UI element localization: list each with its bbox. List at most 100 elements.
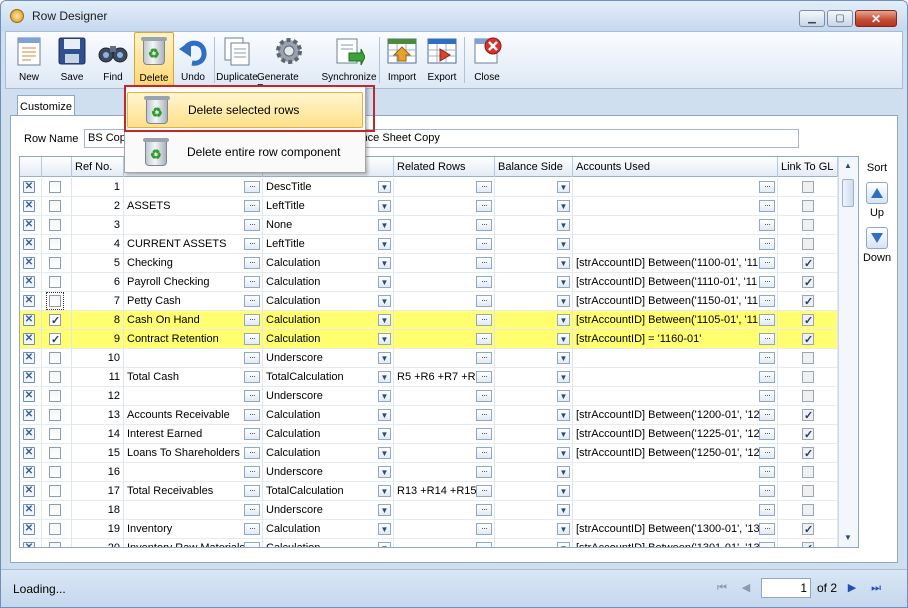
synchronize-button[interactable]: Synchronize	[321, 32, 377, 88]
ellipsis-button[interactable]: ···	[759, 200, 775, 212]
related-rows-cell[interactable]: ···	[394, 349, 495, 368]
table-row[interactable]: ✕ 6 Payroll Checking ··· Calculation ▼ ··· ▼ [st…	[20, 273, 838, 292]
ellipsis-button[interactable]: ···	[244, 219, 260, 231]
delete-row-icon[interactable]: ✕	[23, 542, 35, 547]
ellipsis-button[interactable]: ···	[759, 257, 775, 269]
row-type-cell[interactable]: Calculation ▼	[263, 292, 394, 311]
chevron-down-icon[interactable]: ▼	[378, 314, 391, 326]
chevron-down-icon[interactable]: ▼	[557, 219, 570, 231]
accounts-used-cell[interactable]: ···	[573, 197, 778, 216]
balance-side-cell[interactable]: ▼	[495, 330, 573, 349]
description-cell[interactable]: Cash On Hand ···	[124, 311, 263, 330]
chevron-down-icon[interactable]: ▼	[378, 295, 391, 307]
row-select-checkbox[interactable]	[49, 238, 61, 250]
table-row[interactable]: ✕ 13 Accounts Receivable ··· Calculation ▼ ···…	[20, 406, 838, 425]
balance-side-cell[interactable]: ▼	[495, 539, 573, 547]
link-to-gl-checkbox[interactable]	[802, 293, 814, 311]
chevron-down-icon[interactable]: ▼	[378, 409, 391, 421]
description-cell[interactable]: Interest Earned ···	[124, 425, 263, 444]
find-button[interactable]: Find	[92, 32, 134, 88]
ellipsis-button[interactable]: ···	[244, 485, 260, 497]
delete-row-icon[interactable]: ✕	[23, 200, 35, 212]
table-row[interactable]: ✕ 19 Inventory ··· Calculation ▼ ··· ▼ [strAccou…	[20, 520, 838, 539]
chevron-down-icon[interactable]: ▼	[557, 295, 570, 307]
row-select-checkbox[interactable]	[49, 504, 61, 516]
chevron-down-icon[interactable]: ▼	[378, 542, 391, 547]
scroll-down-arrow-icon[interactable]: ▼	[844, 533, 852, 542]
chevron-down-icon[interactable]: ▼	[557, 523, 570, 535]
ellipsis-button[interactable]: ···	[476, 504, 492, 516]
ellipsis-button[interactable]: ···	[244, 409, 260, 421]
close-button[interactable]: Close	[467, 32, 507, 88]
link-to-gl-checkbox[interactable]	[802, 426, 814, 444]
description-cell[interactable]: Loans To Shareholders ···	[124, 444, 263, 463]
chevron-down-icon[interactable]: ▼	[378, 390, 391, 402]
balance-side-cell[interactable]: ▼	[495, 349, 573, 368]
row-type-cell[interactable]: LeftTitle ▼	[263, 197, 394, 216]
ellipsis-button[interactable]: ···	[244, 295, 260, 307]
col-header-accounts-used[interactable]: Accounts Used	[573, 157, 778, 177]
accounts-used-cell[interactable]: [strAccountID] Between('1301-01', '13 ···	[573, 539, 778, 547]
chevron-down-icon[interactable]: ▼	[557, 238, 570, 250]
description-cell[interactable]: CURRENT ASSETS ···	[124, 235, 263, 254]
related-rows-cell[interactable]: ···	[394, 311, 495, 330]
ellipsis-button[interactable]: ···	[244, 447, 260, 459]
chevron-down-icon[interactable]: ▼	[557, 371, 570, 383]
ellipsis-button[interactable]: ···	[476, 409, 492, 421]
ellipsis-button[interactable]: ···	[476, 257, 492, 269]
chevron-down-icon[interactable]: ▼	[557, 390, 570, 402]
prev-page-icon[interactable]: ◀	[737, 579, 755, 597]
row-type-cell[interactable]: Underscore ▼	[263, 501, 394, 520]
delete-row-icon[interactable]: ✕	[23, 333, 35, 345]
link-to-gl-checkbox[interactable]	[802, 312, 814, 330]
delete-row-icon[interactable]: ✕	[23, 314, 35, 326]
ellipsis-button[interactable]: ···	[244, 466, 260, 478]
row-select-checkbox[interactable]	[49, 542, 61, 547]
table-row[interactable]: ✕ 3 ··· None ▼ ··· ▼ ···	[20, 216, 838, 235]
chevron-down-icon[interactable]: ▼	[557, 333, 570, 345]
chevron-down-icon[interactable]: ▼	[557, 352, 570, 364]
chevron-down-icon[interactable]: ▼	[378, 181, 391, 193]
new-button[interactable]: New	[6, 32, 52, 88]
table-row[interactable]: ✕ 20 Inventory Raw Materials ··· Calculation…	[20, 539, 838, 547]
link-to-gl-checkbox[interactable]	[802, 219, 814, 231]
row-select-checkbox[interactable]	[49, 331, 61, 349]
chevron-down-icon[interactable]: ▼	[557, 485, 570, 497]
description-cell[interactable]: ···	[124, 178, 263, 197]
chevron-down-icon[interactable]: ▼	[378, 238, 391, 250]
table-row[interactable]: ✕ 7 Petty Cash ··· Calculation ▼ ··· ▼ [strAccou…	[20, 292, 838, 311]
row-type-cell[interactable]: Calculation ▼	[263, 406, 394, 425]
row-type-cell[interactable]: Calculation ▼	[263, 254, 394, 273]
chevron-down-icon[interactable]: ▼	[378, 219, 391, 231]
description-cell[interactable]: ···	[124, 501, 263, 520]
row-type-cell[interactable]: Calculation ▼	[263, 425, 394, 444]
description-cell[interactable]: Accounts Receivable ···	[124, 406, 263, 425]
link-to-gl-checkbox[interactable]	[802, 274, 814, 292]
row-select-checkbox[interactable]	[49, 390, 61, 402]
row-select-checkbox[interactable]	[49, 312, 61, 330]
delete-row-icon[interactable]: ✕	[23, 238, 35, 250]
delete-row-icon[interactable]: ✕	[23, 219, 35, 231]
delete-row-icon[interactable]: ✕	[23, 257, 35, 269]
balance-side-cell[interactable]: ▼	[495, 292, 573, 311]
related-rows-cell[interactable]: R5 +R6 +R7 +R8 ···	[394, 368, 495, 387]
page-number-input[interactable]: 1	[761, 578, 811, 598]
related-rows-cell[interactable]: ···	[394, 406, 495, 425]
related-rows-cell[interactable]: ···	[394, 292, 495, 311]
description-cell[interactable]: ···	[124, 349, 263, 368]
accounts-used-cell[interactable]: [strAccountID] Between('1225-01', '12 ···	[573, 425, 778, 444]
accounts-used-cell[interactable]: ···	[573, 501, 778, 520]
table-row[interactable]: ✕8Cash On Hand···Calculation▼···▼[strAcc…	[20, 311, 838, 330]
accounts-used-cell[interactable]: [strAccountID] Between('1200-01', '12 ···	[573, 406, 778, 425]
row-type-cell[interactable]: LeftTitle ▼	[263, 235, 394, 254]
accounts-used-cell[interactable]: [strAccountID] Between('1105-01', '11 ···	[573, 311, 778, 330]
accounts-used-cell[interactable]: [strAccountID] Between('1250-01', '12 ···	[573, 444, 778, 463]
table-row[interactable]: ✕ 2 ASSETS ··· LeftTitle ▼ ··· ▼ ···	[20, 197, 838, 216]
row-select-checkbox[interactable]	[49, 219, 61, 231]
balance-side-cell[interactable]: ▼	[495, 197, 573, 216]
ellipsis-button[interactable]: ···	[476, 466, 492, 478]
row-select-checkbox[interactable]	[49, 466, 61, 478]
ellipsis-button[interactable]: ···	[759, 238, 775, 250]
row-name-input[interactable]: BS Copy	[84, 129, 129, 148]
ellipsis-button[interactable]: ···	[476, 523, 492, 535]
